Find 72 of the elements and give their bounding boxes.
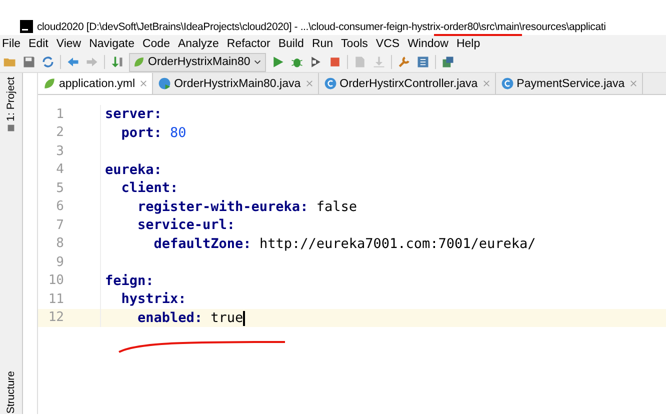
wrench-icon[interactable] <box>397 55 412 69</box>
menu-item[interactable]: Edit <box>28 38 48 50</box>
line-number: 4 <box>55 162 64 178</box>
chevron-down-icon <box>253 58 262 66</box>
forward-arrow-icon[interactable] <box>85 55 99 69</box>
panel-icon <box>7 124 15 132</box>
line-number: 9 <box>55 254 64 270</box>
save-icon[interactable] <box>22 55 36 69</box>
leaf-icon <box>43 77 56 90</box>
editor-tab[interactable]: application.yml <box>38 73 154 94</box>
build-icon[interactable] <box>110 55 124 69</box>
close-icon[interactable] <box>630 80 637 87</box>
line-number: 8 <box>55 236 64 252</box>
line-number: 11 <box>47 292 64 307</box>
download-icon[interactable] <box>372 55 386 69</box>
sync-icon[interactable] <box>41 55 55 69</box>
close-icon[interactable] <box>482 80 490 87</box>
tab-label: OrderHystirxController.java <box>340 78 478 90</box>
run-config-label: OrderHystrixMain80 <box>148 56 250 68</box>
line-number: 3 <box>55 144 64 159</box>
menu-item[interactable]: File <box>2 38 21 50</box>
leaf-icon <box>133 56 145 68</box>
code-line: hystrix: <box>120 291 186 308</box>
menu-item[interactable]: Build <box>278 38 304 50</box>
menu-item[interactable]: Tools <box>341 38 368 50</box>
editor-tab[interactable]: OrderHystirxController.java <box>318 73 496 94</box>
code-line: port: 80 <box>120 124 186 141</box>
project-panel-tab[interactable]: 1: Project <box>5 77 17 122</box>
line-number: 7 <box>55 218 64 233</box>
menu-item[interactable]: Refactor <box>226 38 270 50</box>
window-title: cloud2020 [D:\devSoft\JetBrains\IdeaProjects\cloud2020] - ...\cloud-consumer-feign-hystrix-order80\src\main\resources\applicati <box>37 20 606 32</box>
project-structure-icon[interactable] <box>416 55 430 69</box>
class-run-icon <box>158 77 172 90</box>
run-config-dropdown[interactable]: OrderHystrixMain80 <box>129 52 266 72</box>
class-icon <box>324 77 337 90</box>
close-icon[interactable] <box>306 80 313 87</box>
menu-item[interactable]: VCS <box>376 38 400 50</box>
structure-panel-tab[interactable]: Structure <box>5 371 17 414</box>
line-number: 1 <box>55 106 64 122</box>
code-line: feign: <box>105 272 154 289</box>
run-icon[interactable] <box>271 55 286 69</box>
menu-item[interactable]: Code <box>142 38 170 50</box>
app-logo-icon <box>20 20 33 33</box>
sdk-icon[interactable] <box>441 55 456 69</box>
tab-label: PaymentService.java <box>516 78 625 90</box>
code-line: defaultZone: http://eureka7001.com:7001/eureka/ <box>152 236 536 252</box>
menu-item[interactable]: View <box>56 38 82 50</box>
back-arrow-icon[interactable] <box>66 55 80 69</box>
menu-item[interactable]: Analyze <box>178 38 219 50</box>
line-number: 5 <box>55 180 64 196</box>
line-number: 2 <box>55 125 64 140</box>
code-line: service-url: <box>136 217 236 234</box>
close-icon[interactable] <box>140 80 148 87</box>
menu-item[interactable]: Run <box>312 38 334 50</box>
code-line: register-with-eureka: false <box>136 198 357 215</box>
code-line: enabled: true <box>136 310 245 326</box>
line-number: 6 <box>55 199 64 214</box>
code-line: client: <box>120 180 178 196</box>
menu-item[interactable]: Help <box>456 38 480 50</box>
class-icon <box>500 77 514 90</box>
tab-label: application.yml <box>59 78 136 90</box>
editor-tab[interactable]: OrderHystrixMain80.java <box>153 73 319 94</box>
editor-tab[interactable]: PaymentService.java <box>496 73 643 94</box>
line-number: 10 <box>47 273 64 288</box>
code-line: eureka: <box>105 162 162 178</box>
menu-item[interactable]: Window <box>408 38 448 50</box>
menu-item[interactable]: Navigate <box>89 38 134 50</box>
stop-icon[interactable] <box>328 55 342 69</box>
tab-label: OrderHystrixMain80.java <box>174 78 301 90</box>
code-line: server: <box>105 106 162 122</box>
document-icon[interactable] <box>353 55 368 69</box>
line-number: 12 <box>47 310 64 326</box>
